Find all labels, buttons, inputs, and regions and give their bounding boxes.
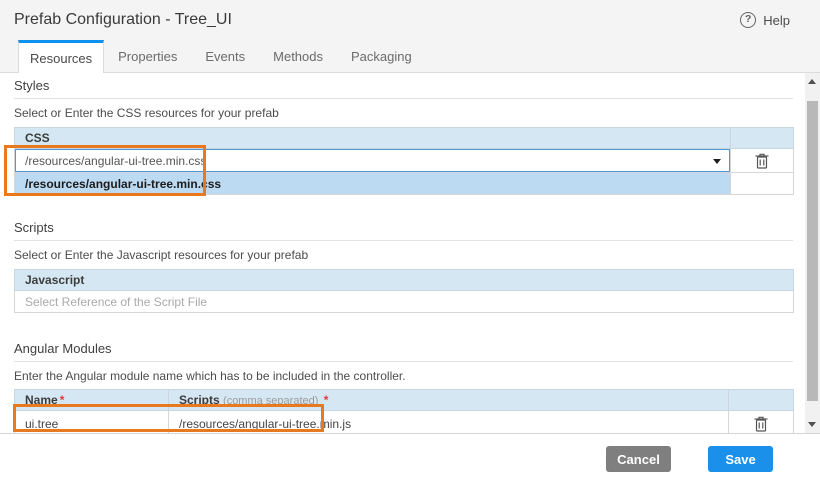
scroll-down-arrow-icon[interactable]	[808, 422, 816, 427]
scrollbar-thumb[interactable]	[807, 101, 818, 401]
scripts-column-header: Scripts (comma separated) *	[169, 390, 729, 411]
dialog-footer: Cancel Save	[0, 433, 820, 489]
scroll-up-arrow-icon[interactable]	[808, 79, 816, 84]
help-question-icon: ?	[740, 12, 756, 28]
trash-icon	[753, 415, 769, 433]
css-column-header: CSS	[15, 128, 731, 149]
delete-css-row-button[interactable]	[754, 152, 770, 170]
angular-modules-section-description: Enter the Angular module name which has …	[14, 369, 793, 383]
resources-tab-content: Styles Select or Enter the CSS resources…	[0, 73, 805, 433]
styles-section-description: Select or Enter the CSS resources for yo…	[14, 106, 793, 120]
required-asterisk: *	[324, 393, 329, 407]
help-link[interactable]: ? Help	[740, 0, 790, 40]
styles-section-heading: Styles	[14, 78, 793, 99]
module-scripts-cell[interactable]: /resources/angular-ui-tree.min.js	[169, 411, 729, 434]
javascript-resource-select[interactable]: Select Reference of the Script File	[15, 291, 794, 313]
help-label: Help	[763, 13, 790, 28]
angular-modules-table: Name* Scripts (comma separated) * ui.tre…	[14, 389, 794, 433]
tab-bar: Resources Properties Events Methods Pack…	[0, 40, 820, 73]
table-row: ui.tree /resources/angular-ui-tree.min.j…	[15, 411, 794, 434]
required-asterisk: *	[60, 393, 65, 407]
dialog-header: Prefab Configuration - Tree_UI ? Help	[0, 0, 820, 40]
css-dropdown-option-selected[interactable]: /resources/angular-ui-tree.min.css	[15, 173, 731, 195]
javascript-resources-table: Javascript Select Reference of the Scrip…	[14, 269, 794, 313]
trash-icon	[754, 152, 770, 170]
javascript-column-header: Javascript	[15, 270, 794, 291]
css-dropdown-empty-cell	[731, 173, 794, 195]
tab-resources[interactable]: Resources	[18, 40, 104, 74]
save-button[interactable]: Save	[708, 446, 773, 472]
name-column-header: Name*	[15, 390, 169, 411]
chevron-down-icon	[713, 159, 721, 164]
tab-methods[interactable]: Methods	[259, 40, 337, 73]
angular-modules-section-heading: Angular Modules	[14, 341, 793, 362]
css-resources-table: CSS /resources/angular-ui-tree.min.css	[14, 127, 794, 195]
vertical-scrollbar[interactable]	[805, 73, 820, 433]
scripts-section-heading: Scripts	[14, 220, 793, 241]
delete-module-row-button[interactable]	[753, 415, 769, 433]
css-resource-select[interactable]: /resources/angular-ui-tree.min.css	[15, 149, 730, 172]
modules-action-column-header	[729, 390, 794, 411]
tab-properties[interactable]: Properties	[104, 40, 191, 73]
comma-separated-hint: (comma separated)	[223, 395, 318, 407]
page-title: Prefab Configuration - Tree_UI	[14, 0, 232, 40]
cancel-button[interactable]: Cancel	[606, 446, 671, 472]
css-resource-select-value: /resources/angular-ui-tree.min.css	[25, 154, 206, 168]
tab-events[interactable]: Events	[191, 40, 259, 73]
module-name-cell[interactable]: ui.tree	[15, 411, 169, 434]
scripts-section-description: Select or Enter the Javascript resources…	[14, 248, 793, 262]
prefab-configuration-dialog: Prefab Configuration - Tree_UI ? Help Re…	[0, 0, 820, 489]
tab-packaging[interactable]: Packaging	[337, 40, 426, 73]
css-action-column-header	[731, 128, 794, 149]
